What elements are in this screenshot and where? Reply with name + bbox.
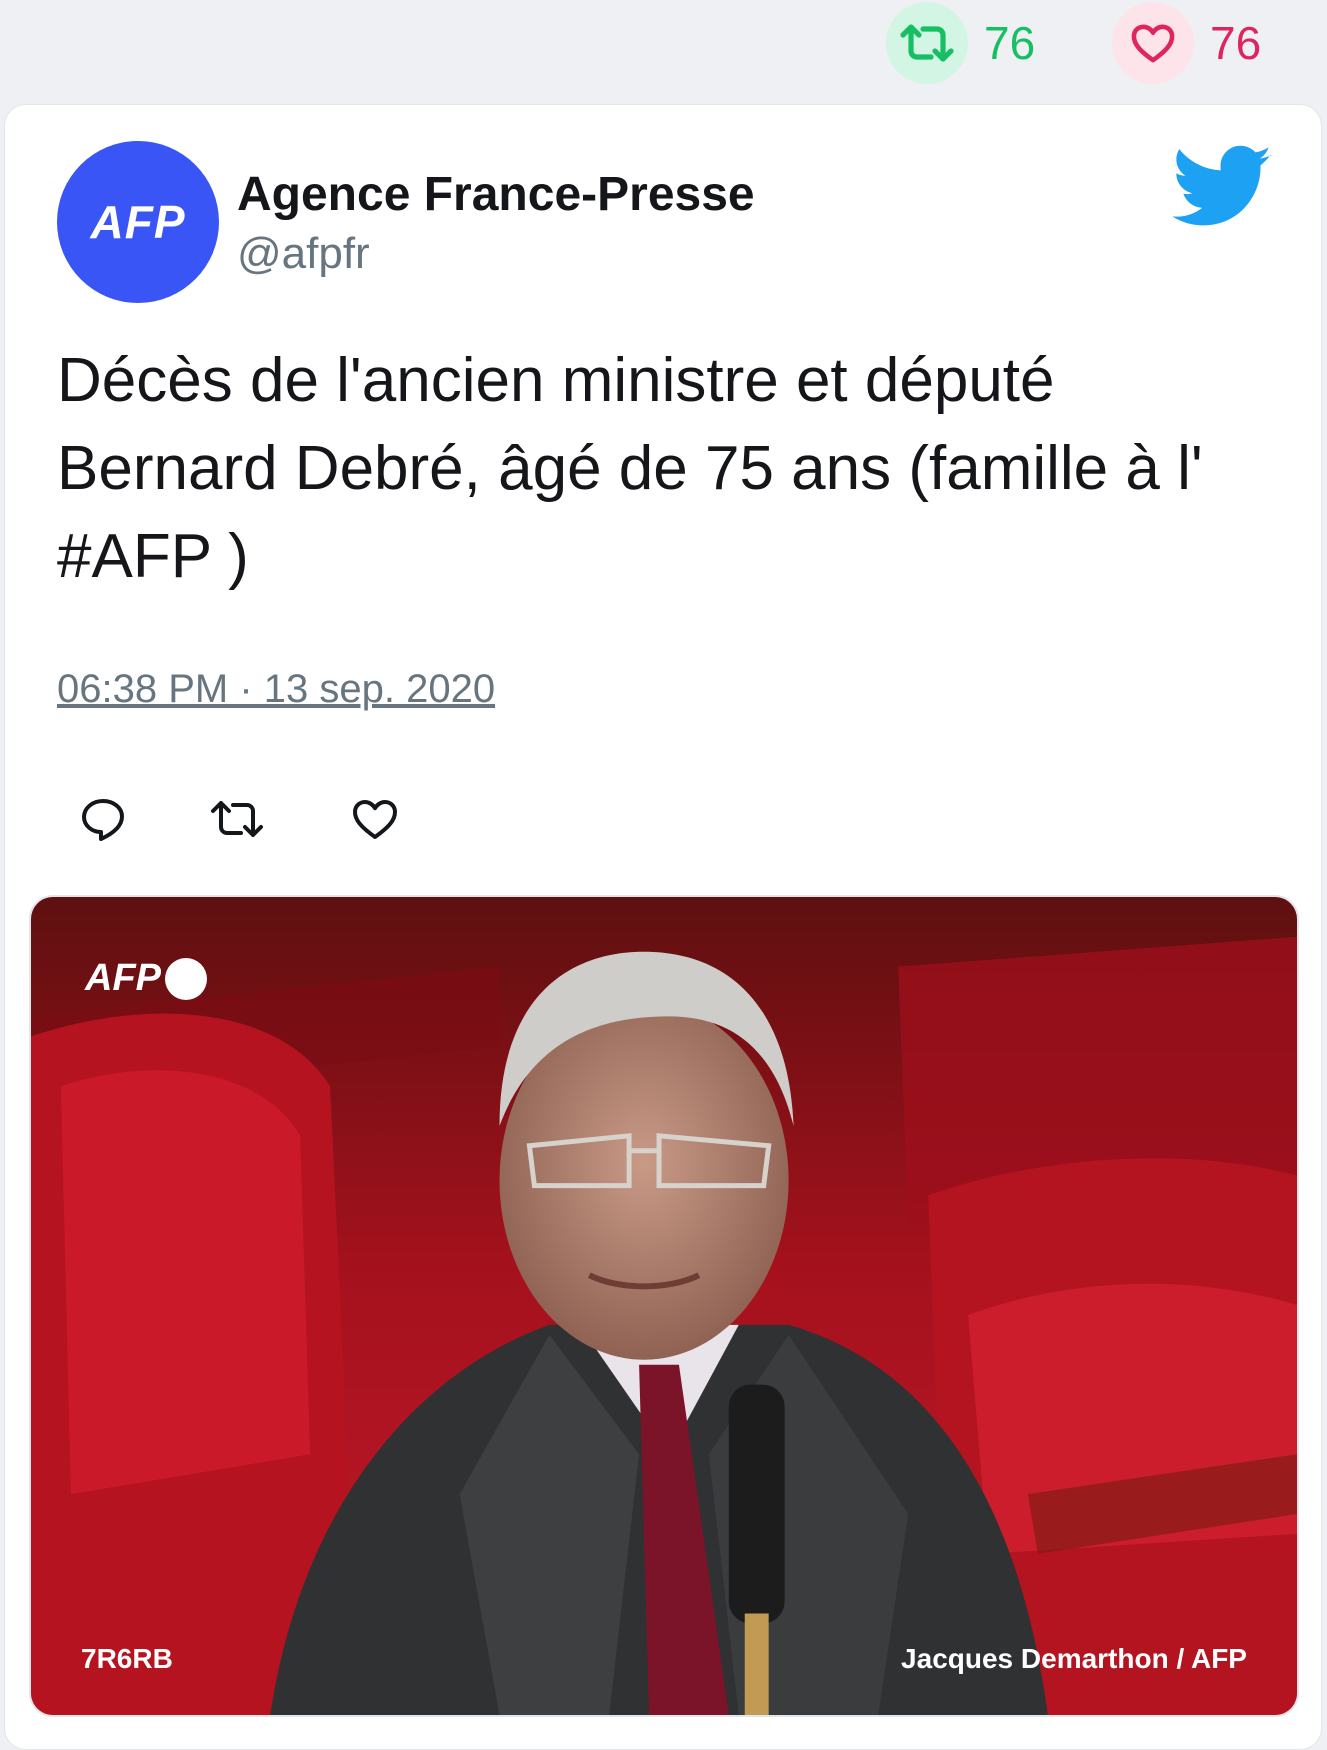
tweet-text: Décès de l'ancien ministre et député Ber…	[57, 346, 1203, 591]
tweet-timestamp[interactable]: 06:38 PM · 13 sep. 2020	[57, 667, 495, 712]
retweet-count: 76	[984, 17, 1036, 69]
retweet-stat[interactable]: 76	[886, 0, 1035, 86]
retweet-icon	[211, 801, 263, 837]
photo-logo-text: AFP	[85, 957, 161, 999]
avatar-logo-text: AFP	[90, 196, 186, 248]
like-button[interactable]	[347, 791, 403, 847]
photo-logo-dot	[165, 957, 207, 1000]
author-handle[interactable]: @afpfr	[237, 229, 370, 279]
retweet-icon[interactable]	[886, 2, 968, 84]
avatar[interactable]: AFP	[57, 141, 219, 303]
like-stat[interactable]: 76	[1112, 0, 1261, 86]
photo-scene	[31, 897, 1297, 1715]
engagement-bar: 76 76	[0, 0, 1327, 96]
retweet-button[interactable]	[209, 791, 265, 847]
reply-icon	[82, 799, 124, 841]
twitter-bird-icon[interactable]	[1173, 145, 1273, 229]
photo-credit: Jacques Demarthon / AFP	[901, 1643, 1247, 1674]
tweet-photo[interactable]: AFP 7R6RB Jacques Demarthon / AFP	[29, 895, 1299, 1717]
author-name[interactable]: Agence France-Presse	[237, 167, 755, 222]
photo-code: 7R6RB	[81, 1643, 173, 1674]
photo-afp-logo: AFP	[85, 957, 207, 1000]
reply-button[interactable]	[75, 791, 131, 847]
heart-icon[interactable]	[1112, 2, 1194, 84]
heart-icon	[353, 800, 397, 839]
like-count: 76	[1210, 17, 1262, 69]
tweet-card: AFP Agence France-Presse @afpfr Décès de…	[4, 104, 1322, 1750]
